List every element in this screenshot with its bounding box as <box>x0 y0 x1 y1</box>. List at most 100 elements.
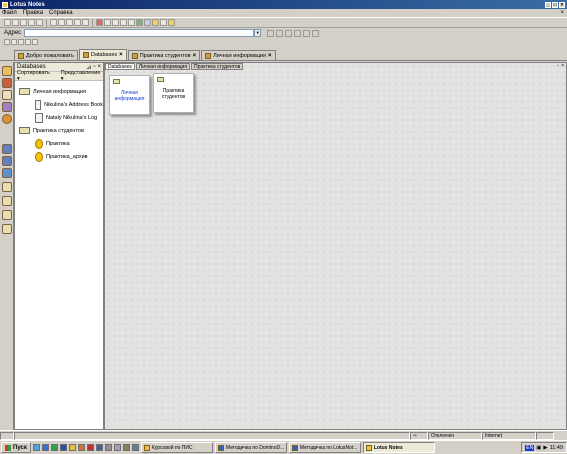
toolbar-icon-5[interactable] <box>36 19 43 26</box>
tab-welcome[interactable]: Добро пожаловать <box>14 50 78 60</box>
close-button[interactable]: × <box>559 1 565 8</box>
quicklaunch-notes-icon[interactable] <box>68 444 76 451</box>
quicklaunch-ie-icon[interactable] <box>41 444 49 451</box>
toolbar2-icon-2[interactable] <box>11 39 17 45</box>
tab-databases[interactable]: Databases × <box>78 49 127 60</box>
toolbar2-icon-5[interactable] <box>32 39 38 45</box>
databases-bookmark-icon[interactable] <box>2 156 12 166</box>
menu-edit[interactable]: Правка <box>23 10 43 16</box>
new-icon[interactable] <box>4 19 11 26</box>
toolbar-icon-10[interactable] <box>82 19 89 26</box>
calendar-bookmark-icon[interactable] <box>2 78 12 88</box>
folder-bookmark-icon-1[interactable] <box>2 182 12 192</box>
tree-db-log[interactable]: Nataly Nikulina's Log <box>15 111 103 124</box>
folder-bookmark-icon-2[interactable] <box>2 196 12 206</box>
todo-bookmark-icon[interactable] <box>2 102 12 112</box>
start-button[interactable]: Пуск <box>1 442 31 453</box>
workspace-tab-practice[interactable]: Практика студентов <box>191 63 244 70</box>
folder-bookmark-icon-4[interactable] <box>2 224 12 234</box>
status-location[interactable]: Internet <box>482 431 536 440</box>
status-offline[interactable]: Отключен <box>428 431 482 440</box>
database-card-practice[interactable]: Практика студентов <box>153 73 194 113</box>
workspace-tab-personal[interactable]: Личная информация <box>135 63 191 70</box>
quicklaunch-desktop-icon[interactable] <box>32 444 40 451</box>
quicklaunch-app-icon-5[interactable] <box>113 444 121 451</box>
refresh-icon[interactable] <box>294 29 302 37</box>
menu-close-icon[interactable]: × <box>560 10 567 16</box>
toolbar-icon-12[interactable] <box>104 19 111 26</box>
search-icon[interactable] <box>303 29 311 37</box>
toolbar-icon-14[interactable] <box>120 19 127 26</box>
replicate-icon[interactable] <box>136 19 143 26</box>
menu-file[interactable]: Файл <box>2 10 17 16</box>
database-icon <box>82 52 89 58</box>
quicklaunch-app-icon-7[interactable] <box>131 444 139 451</box>
task-coursework[interactable]: Курсовой по ПИС <box>140 442 213 453</box>
quicklaunch-excel-icon[interactable] <box>50 444 58 451</box>
toolbar2-icon-4[interactable] <box>25 39 31 45</box>
print-icon[interactable] <box>28 19 35 26</box>
internet-bookmark-icon[interactable] <box>2 168 12 178</box>
task-domino-manual[interactable]: Методичка по DominoD... <box>214 442 287 453</box>
favorites-bookmark-icon[interactable] <box>2 144 12 154</box>
mail-icon[interactable] <box>96 19 103 26</box>
address-book-bookmark-icon[interactable] <box>2 90 12 100</box>
toolbar-icon-20[interactable] <box>168 19 175 26</box>
open-icon[interactable] <box>12 19 19 26</box>
tray-icon-2[interactable]: ▶ <box>543 445 547 451</box>
toolbar-icon-13[interactable] <box>112 19 119 26</box>
quicklaunch-app-icon-4[interactable] <box>104 444 112 451</box>
quicklaunch-app-icon-3[interactable] <box>95 444 103 451</box>
workspace-tabs: Databases Личная информация Практика сту… <box>105 63 244 70</box>
replicator-bookmark-icon[interactable] <box>2 114 12 124</box>
tab-student-practice[interactable]: Практика студентов × <box>127 50 201 60</box>
tree-folder-student-practice[interactable]: Практика студентов <box>15 124 103 137</box>
tree-db-address-book[interactable]: Nikulina's Address Book <box>15 98 103 111</box>
status-mail-icon[interactable] <box>536 431 554 440</box>
forward-icon[interactable] <box>276 29 284 37</box>
maximize-button[interactable]: □ <box>552 1 558 8</box>
save-icon[interactable] <box>20 19 27 26</box>
menu-help[interactable]: Справка <box>49 10 73 16</box>
toolbar-icon-15[interactable] <box>128 19 135 26</box>
close-tab-icon[interactable]: × <box>268 53 272 59</box>
address-dropdown-icon[interactable]: ▼ <box>254 29 262 37</box>
tree-db-practice[interactable]: Практика <box>15 137 103 150</box>
close-tab-icon[interactable]: × <box>119 52 123 58</box>
database-card-personal[interactable]: Личная информация <box>109 75 150 115</box>
copy-icon[interactable] <box>58 19 65 26</box>
quicklaunch-word-icon[interactable] <box>59 444 67 451</box>
restore-icon[interactable]: ▫ <box>557 63 559 69</box>
workspace-close-icon[interactable]: × <box>561 63 564 69</box>
system-tray: EN ▣ ▶ 11:49 <box>521 442 567 453</box>
workspace-tab-databases[interactable]: Databases <box>105 63 135 70</box>
minimize-button[interactable]: _ <box>545 1 551 8</box>
tree-folder-personal[interactable]: Личная информация <box>15 85 103 98</box>
folder-bookmark-icon-3[interactable] <box>2 210 12 220</box>
home-icon[interactable] <box>312 29 320 37</box>
language-indicator[interactable]: EN <box>525 444 535 451</box>
address-input[interactable] <box>24 29 255 37</box>
undo-icon[interactable] <box>74 19 81 26</box>
stop-icon[interactable] <box>285 29 293 37</box>
task-lotus-manual[interactable]: Методичка по LotusNot... <box>288 442 361 453</box>
toolbar-icon-18[interactable] <box>152 19 159 26</box>
toolbar-icon-17[interactable] <box>144 19 151 26</box>
close-tab-icon[interactable]: × <box>193 53 197 59</box>
tab-personal-info[interactable]: Личная информация × <box>201 50 276 60</box>
cut-icon[interactable] <box>50 19 57 26</box>
clock[interactable]: 11:49 <box>550 445 563 451</box>
back-icon[interactable] <box>267 29 275 37</box>
paste-icon[interactable] <box>66 19 73 26</box>
quicklaunch-app-icon-6[interactable] <box>122 444 130 451</box>
toolbar2-icon-1[interactable] <box>4 39 10 45</box>
toolbar-icon-19[interactable] <box>160 19 167 26</box>
tree-db-practice-archive[interactable]: Практика_архив <box>15 150 103 163</box>
quicklaunch-app-icon-2[interactable] <box>86 444 94 451</box>
task-lotus-notes[interactable]: Lotus Notes <box>362 442 435 453</box>
main-toolbar <box>0 17 567 28</box>
toolbar2-icon-3[interactable] <box>18 39 24 45</box>
mail-bookmark-icon[interactable] <box>2 66 12 76</box>
tray-icon-1[interactable]: ▣ <box>536 445 541 451</box>
quicklaunch-app-icon-1[interactable] <box>77 444 85 451</box>
